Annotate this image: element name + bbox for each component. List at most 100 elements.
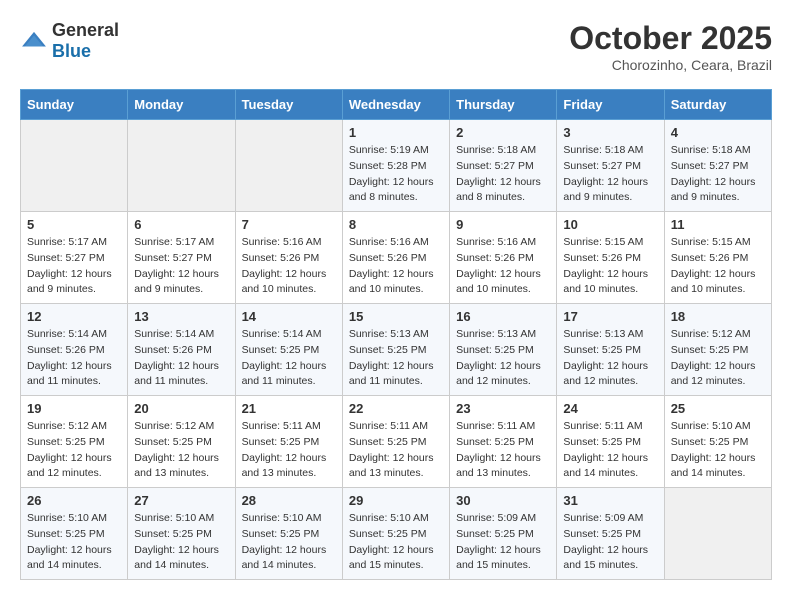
day-number: 16: [456, 309, 550, 324]
day-number: 29: [349, 493, 443, 508]
logo-blue: Blue: [52, 41, 91, 61]
day-info: Sunrise: 5:14 AMSunset: 5:26 PMDaylight:…: [134, 327, 228, 390]
logo-icon: [20, 30, 48, 52]
calendar-day-cell: 4 Sunrise: 5:18 AMSunset: 5:27 PMDaylight…: [664, 120, 771, 212]
calendar-day-cell: 13 Sunrise: 5:14 AMSunset: 5:26 PMDayligh…: [128, 304, 235, 396]
day-of-week-header: Tuesday: [235, 90, 342, 120]
calendar-day-cell: 27 Sunrise: 5:10 AMSunset: 5:25 PMDayligh…: [128, 488, 235, 580]
calendar-day-cell: 17Sunrise: 5:13 AMSunset: 5:25 PMDayligh…: [557, 304, 664, 396]
day-info: Sunrise: 5:15 AMSunset: 5:26 PMDaylight:…: [671, 235, 765, 298]
page-header: General Blue October 2025 Chorozinho, Ce…: [20, 20, 772, 73]
day-info: Sunrise: 5:16 AMSunset: 5:26 PMDaylight:…: [456, 235, 550, 298]
day-info: Sunrise: 5:11 AMSunset: 5:25 PMDaylight:…: [456, 419, 550, 482]
calendar-day-cell: 28Sunrise: 5:10 AMSunset: 5:25 PMDayligh…: [235, 488, 342, 580]
calendar-week-row: 19 Sunrise: 5:12 AMSunset: 5:25 PMDayligh…: [21, 396, 772, 488]
day-number: 27: [134, 493, 228, 508]
day-of-week-header: Sunday: [21, 90, 128, 120]
day-number: 7: [242, 217, 336, 232]
day-number: 31: [563, 493, 657, 508]
day-info: Sunrise: 5:18 AMSunset: 5:27 PMDaylight:…: [456, 143, 550, 206]
day-number: 19: [27, 401, 121, 416]
calendar-table: SundayMondayTuesdayWednesdayThursdayFrid…: [20, 89, 772, 580]
day-number: 2: [456, 125, 550, 140]
day-number: 26: [27, 493, 121, 508]
day-number: 9: [456, 217, 550, 232]
day-number: 23: [456, 401, 550, 416]
calendar-header-row: SundayMondayTuesdayWednesdayThursdayFrid…: [21, 90, 772, 120]
calendar-day-cell: 30Sunrise: 5:09 AMSunset: 5:25 PMDayligh…: [450, 488, 557, 580]
day-info: Sunrise: 5:11 AMSunset: 5:25 PMDaylight:…: [563, 419, 657, 482]
calendar-day-cell: 24 Sunrise: 5:11 AMSunset: 5:25 PMDayligh…: [557, 396, 664, 488]
calendar-day-cell: [128, 120, 235, 212]
day-number: 22: [349, 401, 443, 416]
day-of-week-header: Wednesday: [342, 90, 449, 120]
day-number: 3: [563, 125, 657, 140]
day-info: Sunrise: 5:14 AMSunset: 5:26 PMDaylight:…: [27, 327, 121, 390]
calendar-week-row: 26 Sunrise: 5:10 AMSunset: 5:25 PMDayligh…: [21, 488, 772, 580]
day-info: Sunrise: 5:12 AMSunset: 5:25 PMDaylight:…: [27, 419, 121, 482]
day-info: Sunrise: 5:12 AMSunset: 5:25 PMDaylight:…: [671, 327, 765, 390]
day-info: Sunrise: 5:10 AMSunset: 5:25 PMDaylight:…: [134, 511, 228, 574]
day-info: Sunrise: 5:16 AMSunset: 5:26 PMDaylight:…: [242, 235, 336, 298]
day-number: 8: [349, 217, 443, 232]
day-info: Sunrise: 5:10 AMSunset: 5:25 PMDaylight:…: [27, 511, 121, 574]
day-number: 13: [134, 309, 228, 324]
day-info: Sunrise: 5:11 AMSunset: 5:25 PMDaylight:…: [242, 419, 336, 482]
calendar-day-cell: 9 Sunrise: 5:16 AMSunset: 5:26 PMDaylight…: [450, 212, 557, 304]
day-info: Sunrise: 5:14 AMSunset: 5:25 PMDaylight:…: [242, 327, 336, 390]
day-info: Sunrise: 5:17 AMSunset: 5:27 PMDaylight:…: [134, 235, 228, 298]
day-number: 15: [349, 309, 443, 324]
calendar-day-cell: 14 Sunrise: 5:14 AMSunset: 5:25 PMDayligh…: [235, 304, 342, 396]
calendar-body: 1Sunrise: 5:19 AMSunset: 5:28 PMDaylight…: [21, 120, 772, 580]
calendar-day-cell: 16 Sunrise: 5:13 AMSunset: 5:25 PMDayligh…: [450, 304, 557, 396]
day-number: 20: [134, 401, 228, 416]
day-info: Sunrise: 5:13 AMSunset: 5:25 PMDaylight:…: [456, 327, 550, 390]
day-info: Sunrise: 5:18 AMSunset: 5:27 PMDaylight:…: [563, 143, 657, 206]
day-of-week-header: Monday: [128, 90, 235, 120]
calendar-day-cell: 29 Sunrise: 5:10 AMSunset: 5:25 PMDayligh…: [342, 488, 449, 580]
logo: General Blue: [20, 20, 119, 62]
calendar-day-cell: 10 Sunrise: 5:15 AMSunset: 5:26 PMDayligh…: [557, 212, 664, 304]
day-number: 5: [27, 217, 121, 232]
day-number: 21: [242, 401, 336, 416]
day-info: Sunrise: 5:09 AMSunset: 5:25 PMDaylight:…: [563, 511, 657, 574]
day-number: 10: [563, 217, 657, 232]
calendar-day-cell: 5Sunrise: 5:17 AMSunset: 5:27 PMDaylight…: [21, 212, 128, 304]
day-info: Sunrise: 5:13 AMSunset: 5:25 PMDaylight:…: [349, 327, 443, 390]
day-info: Sunrise: 5:18 AMSunset: 5:27 PMDaylight:…: [671, 143, 765, 206]
calendar-week-row: 1Sunrise: 5:19 AMSunset: 5:28 PMDaylight…: [21, 120, 772, 212]
calendar-week-row: 12Sunrise: 5:14 AMSunset: 5:26 PMDayligh…: [21, 304, 772, 396]
location-subtitle: Chorozinho, Ceara, Brazil: [569, 57, 772, 73]
calendar-day-cell: 18 Sunrise: 5:12 AMSunset: 5:25 PMDayligh…: [664, 304, 771, 396]
calendar-day-cell: [21, 120, 128, 212]
calendar-day-cell: 3 Sunrise: 5:18 AMSunset: 5:27 PMDaylight…: [557, 120, 664, 212]
calendar-day-cell: 22Sunrise: 5:11 AMSunset: 5:25 PMDayligh…: [342, 396, 449, 488]
day-number: 6: [134, 217, 228, 232]
calendar-day-cell: 2 Sunrise: 5:18 AMSunset: 5:27 PMDaylight…: [450, 120, 557, 212]
day-info: Sunrise: 5:10 AMSunset: 5:25 PMDaylight:…: [349, 511, 443, 574]
calendar-day-cell: 8 Sunrise: 5:16 AMSunset: 5:26 PMDaylight…: [342, 212, 449, 304]
day-info: Sunrise: 5:16 AMSunset: 5:26 PMDaylight:…: [349, 235, 443, 298]
day-of-week-header: Thursday: [450, 90, 557, 120]
calendar-day-cell: 20Sunrise: 5:12 AMSunset: 5:25 PMDayligh…: [128, 396, 235, 488]
day-info: Sunrise: 5:15 AMSunset: 5:26 PMDaylight:…: [563, 235, 657, 298]
calendar-day-cell: 1Sunrise: 5:19 AMSunset: 5:28 PMDaylight…: [342, 120, 449, 212]
calendar-day-cell: 12Sunrise: 5:14 AMSunset: 5:26 PMDayligh…: [21, 304, 128, 396]
calendar-day-cell: 19 Sunrise: 5:12 AMSunset: 5:25 PMDayligh…: [21, 396, 128, 488]
calendar-day-cell: 6 Sunrise: 5:17 AMSunset: 5:27 PMDaylight…: [128, 212, 235, 304]
calendar-day-cell: 15 Sunrise: 5:13 AMSunset: 5:25 PMDayligh…: [342, 304, 449, 396]
calendar-day-cell: 26 Sunrise: 5:10 AMSunset: 5:25 PMDayligh…: [21, 488, 128, 580]
calendar-day-cell: 11Sunrise: 5:15 AMSunset: 5:26 PMDayligh…: [664, 212, 771, 304]
day-number: 14: [242, 309, 336, 324]
calendar-day-cell: 7 Sunrise: 5:16 AMSunset: 5:26 PMDaylight…: [235, 212, 342, 304]
logo-general: General: [52, 20, 119, 40]
calendar-day-cell: 25Sunrise: 5:10 AMSunset: 5:25 PMDayligh…: [664, 396, 771, 488]
day-number: 30: [456, 493, 550, 508]
calendar-day-cell: 31 Sunrise: 5:09 AMSunset: 5:25 PMDayligh…: [557, 488, 664, 580]
calendar-day-cell: [235, 120, 342, 212]
day-number: 24: [563, 401, 657, 416]
day-number: 1: [349, 125, 443, 140]
day-number: 28: [242, 493, 336, 508]
day-number: 18: [671, 309, 765, 324]
day-number: 4: [671, 125, 765, 140]
